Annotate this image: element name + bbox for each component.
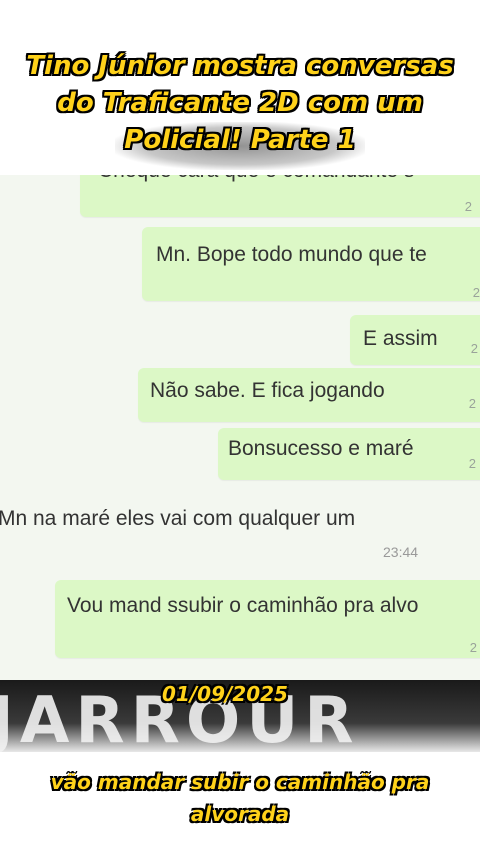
message-time: 23:44 [383, 544, 419, 560]
message-bubble: Mn. Bope todo mundo que te 2 [142, 227, 480, 301]
message-bubble-partial: Cheque cara que é comandante s 2 [80, 175, 480, 217]
message-text: Mn. Bope todo mundo que te [156, 243, 427, 266]
message-time: 2 [464, 199, 472, 214]
message-text: Cheque cara que é comandante s [98, 175, 414, 183]
message-time: 2 [470, 341, 478, 356]
subtitle-caption: vão mandar subir o caminhão pra alvorada [50, 770, 430, 826]
message-bubble: Bonsucesso e maré 2 [218, 428, 480, 480]
video-title: Tino Júnior mostra conversas do Trafican… [26, 51, 454, 155]
message-bubble: Não sabe. E fica jogando 2 [138, 368, 480, 422]
chat-screenshot: Cheque cara que é comandante s 2 Mn. Bop… [0, 175, 480, 680]
message-text: Bonsucesso e maré [228, 437, 414, 460]
date-label: 01/09/2025 [162, 682, 288, 706]
message-text: Não sabe. E fica jogando [150, 379, 385, 402]
message-text: Vou mand ssubir o caminhão pra alvo [67, 594, 419, 617]
incoming-message-text: Mn na maré eles vai com qualquer um [0, 507, 356, 530]
message-bubble: Vou mand ssubir o caminhão pra alvo 2 [55, 580, 480, 658]
message-time: 2 [468, 396, 476, 411]
message-bubble: E assim 2 [350, 315, 480, 365]
message-time: 2 [468, 456, 476, 471]
message-time: 2 [469, 640, 477, 655]
message-time: 2 [472, 285, 480, 300]
message-text: E assim [363, 327, 438, 350]
